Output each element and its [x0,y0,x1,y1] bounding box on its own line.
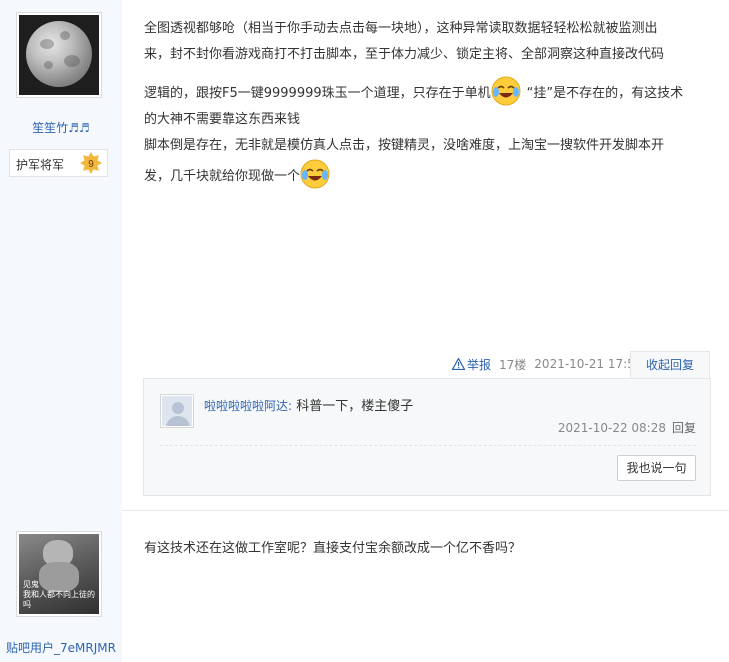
post1-line-6: 发，几千块就给你现做一个 [144,169,301,184]
rank-badge-box[interactable]: 护军将军 9 [9,149,108,177]
post1-avatar[interactable] [16,12,102,98]
post1-line-4: 的大神不需要靠这东西来钱 [144,112,301,127]
comment-meta: 2021-10-22 08:28 回复 [558,419,696,436]
post1-line-5: 脚本倒是存在，无非就是模仿真人点击，按键精灵，没啥难度，上淘宝一搜软件开发脚本开 [144,138,665,153]
default-user-avatar-icon [162,396,192,426]
post1-line-3b: “挂”是不存在的，有这技术 [526,86,684,101]
moon-avatar-image [19,15,99,95]
floor-number: 17楼 [499,357,527,372]
rank-title: 护军将军 [16,158,65,172]
post1-content: 全图透视都够呛（相当于你手动去点击每一块地），这种异常读取数据轻轻松松就被监测出… [144,16,716,190]
avatar-caption: 见鬼 我和人都不向上徒的吗 [23,580,95,609]
rank-level: 9 [88,159,94,170]
reply-divider [160,445,696,446]
post1-line-1: 全图透视都够呛（相当于你手动去点击每一块地），这种异常读取数据轻轻松松就被监测出 [144,21,658,36]
laughing-tears-emoji-icon [300,159,330,189]
post2-username[interactable]: 贴吧用户_7eMRJMR [0,639,122,656]
rank-level-star-icon: 9 [80,152,102,174]
post2-line-1: 有这技术还在这做工作室呢？直接支付宝余额改成一个亿不香吗？ [144,541,522,556]
report-link[interactable]: 举报 [452,356,491,373]
post1-line-2: 来，封不封你看游戏商打不打击脚本，至于体力减少、锁定主将、全部洞察这种直接改代码 [144,47,665,62]
commenter-avatar[interactable] [160,394,194,428]
commenter-username[interactable]: 啦啦啦啦啦阿达: [204,399,292,413]
comment-time: 2021-10-22 08:28 [557,421,666,435]
post1-line-6-wrap: 发，几千块就给你现做一个 [144,159,716,190]
collapse-replies-button[interactable]: 收起回复 [630,351,710,379]
comment-line: 啦啦啦啦啦阿达: 科普一下，楼主傻子 [204,395,413,414]
cat-meme-avatar-image: 见鬼 我和人都不向上徒的吗 [19,534,99,614]
warning-triangle-icon [452,358,465,370]
post1-username[interactable]: 笙笙竹♬♬ [0,119,122,136]
add-comment-button[interactable]: 我也说一句 [617,455,696,481]
post2-content: 有这技术还在这做工作室呢？直接支付宝余额改成一个亿不香吗？ [144,536,716,562]
reply-box: 啦啦啦啦啦阿达: 科普一下，楼主傻子 2021-10-22 08:28 回复 我也… [143,378,711,496]
comment-reply-link[interactable]: 回复 [672,421,696,435]
post1-line-3: 逻辑的，跟按F5一键9999999珠玉一个道理，只存在于单机 [144,86,491,101]
laughing-tears-emoji-icon [491,76,521,106]
comment-text: 科普一下，楼主傻子 [296,399,414,414]
post-time: 2021-10-21 17:58 [534,357,643,371]
post1-tail: 举报 17楼 2021-10-21 17:58 [452,354,642,374]
report-label: 举报 [467,357,492,372]
post2-avatar[interactable]: 见鬼 我和人都不向上徒的吗 [16,531,102,617]
post1-line-3-wrap: 逻辑的，跟按F5一键9999999珠玉一个道理，只存在于单机 “挂”是不存在的，… [144,76,716,107]
